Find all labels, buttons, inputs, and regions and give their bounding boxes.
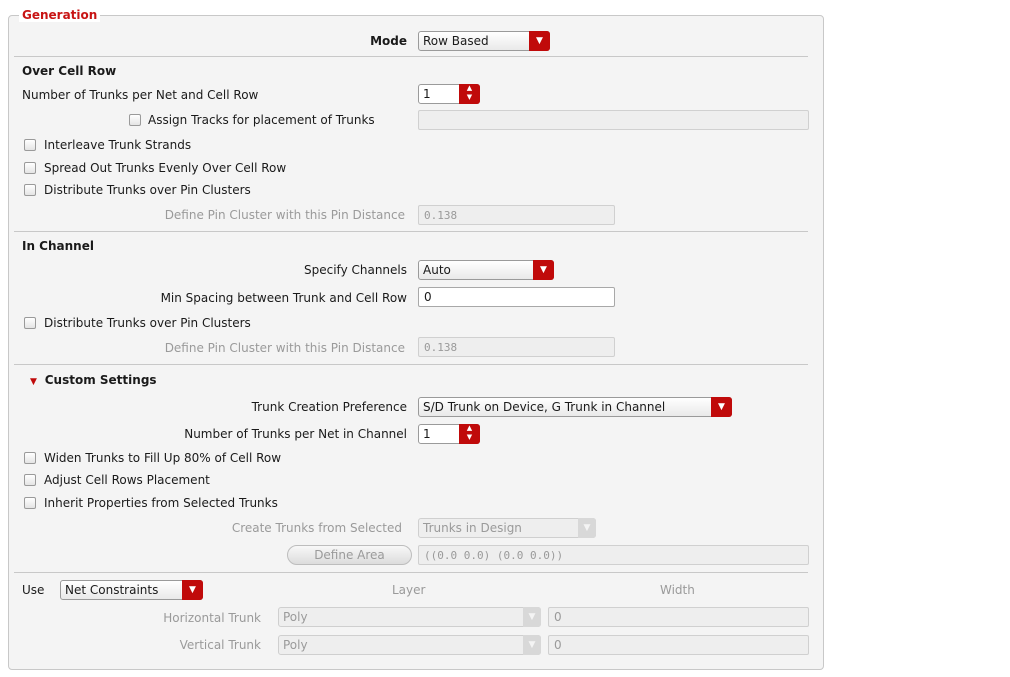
pin-distance-channel-value: 0.138 bbox=[424, 341, 458, 354]
divider bbox=[14, 572, 808, 573]
assign-tracks-label: Assign Tracks for placement of Trunks bbox=[148, 113, 375, 127]
trunks-per-net-value: 1 bbox=[423, 87, 431, 101]
horizontal-width-value: 0 bbox=[554, 610, 562, 624]
define-area-value: ((0.0 0.0) (0.0 0.0)) bbox=[424, 549, 564, 562]
vertical-width-field: 0 bbox=[548, 635, 809, 655]
assign-tracks-field bbox=[418, 110, 809, 130]
width-column-header: Width bbox=[660, 583, 695, 597]
use-constraints-select[interactable]: Net Constraints ▼ bbox=[60, 580, 203, 600]
vertical-trunk-label: Vertical Trunk bbox=[179, 638, 261, 652]
horizontal-layer-select: Poly ▼ bbox=[278, 607, 541, 627]
use-constraints-value: Net Constraints bbox=[65, 583, 159, 597]
spread-out-label: Spread Out Trunks Evenly Over Cell Row bbox=[44, 161, 287, 175]
horizontal-layer-value: Poly bbox=[283, 610, 308, 624]
over-cell-row-heading: Over Cell Row bbox=[22, 64, 117, 78]
inherit-properties-label: Inherit Properties from Selected Trunks bbox=[44, 496, 278, 510]
in-channel-heading: In Channel bbox=[22, 239, 94, 253]
mode-select[interactable]: Row Based ▼ bbox=[418, 31, 550, 51]
adjust-rows-label: Adjust Cell Rows Placement bbox=[44, 473, 210, 487]
create-from-select: Trunks in Design ▼ bbox=[418, 518, 596, 538]
vertical-layer-select: Poly ▼ bbox=[278, 635, 541, 655]
trunks-per-net-stepper[interactable]: 1 ▲ ▼ bbox=[418, 84, 480, 104]
define-area-label: Define Area bbox=[314, 548, 385, 562]
vertical-layer-value: Poly bbox=[283, 638, 308, 652]
divider bbox=[14, 231, 808, 232]
widen-trunks-checkbox[interactable] bbox=[24, 452, 36, 464]
define-area-button[interactable]: Define Area bbox=[287, 545, 412, 565]
layer-column-header: Layer bbox=[392, 583, 426, 597]
expanded-triangle-icon: ▼ bbox=[30, 377, 37, 387]
pin-distance-field: 0.138 bbox=[418, 205, 615, 225]
distribute-clusters-channel-label: Distribute Trunks over Pin Clusters bbox=[44, 316, 251, 330]
distribute-clusters-label: Distribute Trunks over Pin Clusters bbox=[44, 183, 251, 197]
pin-distance-value: 0.138 bbox=[424, 209, 458, 222]
trunk-pref-value: S/D Trunk on Device, G Trunk in Channel bbox=[423, 400, 666, 414]
spread-out-checkbox[interactable] bbox=[24, 162, 36, 174]
mode-label: Mode bbox=[370, 34, 407, 48]
distribute-clusters-channel-checkbox[interactable] bbox=[24, 317, 36, 329]
horizontal-trunk-label: Horizontal Trunk bbox=[163, 611, 261, 625]
interleave-checkbox[interactable] bbox=[24, 139, 36, 151]
trunk-pref-select[interactable]: S/D Trunk on Device, G Trunk in Channel … bbox=[418, 397, 732, 417]
specify-channels-label: Specify Channels bbox=[304, 263, 407, 277]
chevron-down-icon: ▼ bbox=[523, 607, 541, 627]
chevron-down-icon: ▼ bbox=[578, 518, 596, 538]
widen-trunks-label: Widen Trunks to Fill Up 80% of Cell Row bbox=[44, 451, 282, 465]
create-from-label: Create Trunks from Selected bbox=[231, 521, 402, 535]
create-from-value: Trunks in Design bbox=[423, 521, 522, 535]
distribute-clusters-checkbox[interactable] bbox=[24, 184, 36, 196]
define-area-field: ((0.0 0.0) (0.0 0.0)) bbox=[418, 545, 809, 565]
chevron-down-icon: ▼ bbox=[182, 580, 203, 600]
chevron-down-icon: ▼ bbox=[533, 260, 554, 280]
min-spacing-label: Min Spacing between Trunk and Cell Row bbox=[160, 291, 407, 305]
trunks-in-channel-label: Number of Trunks per Net in Channel bbox=[184, 427, 407, 441]
divider bbox=[14, 56, 808, 57]
chevron-down-icon: ▼ bbox=[529, 31, 550, 51]
trunks-per-net-label: Number of Trunks per Net and Cell Row bbox=[22, 88, 259, 102]
divider bbox=[14, 364, 808, 365]
specify-channels-select[interactable]: Auto ▼ bbox=[418, 260, 554, 280]
interleave-label: Interleave Trunk Strands bbox=[44, 138, 192, 152]
custom-settings-heading: Custom Settings bbox=[44, 373, 157, 387]
assign-tracks-checkbox[interactable] bbox=[129, 114, 141, 126]
vertical-width-value: 0 bbox=[554, 638, 562, 652]
adjust-rows-checkbox[interactable] bbox=[24, 474, 36, 486]
pin-distance-channel-label: Define Pin Cluster with this Pin Distanc… bbox=[164, 341, 405, 355]
pin-distance-channel-field: 0.138 bbox=[418, 337, 615, 357]
spin-arrows-icon: ▲ ▼ bbox=[459, 84, 480, 104]
min-spacing-field[interactable]: 0 bbox=[418, 287, 615, 307]
spin-arrows-icon: ▲ ▼ bbox=[459, 424, 480, 444]
horizontal-width-field: 0 bbox=[548, 607, 809, 627]
min-spacing-value: 0 bbox=[424, 290, 432, 304]
chevron-down-icon: ▼ bbox=[523, 635, 541, 655]
specify-channels-value: Auto bbox=[423, 263, 451, 277]
trunks-in-channel-value: 1 bbox=[423, 427, 431, 441]
custom-settings-toggle[interactable]: ▼ Custom Settings bbox=[30, 373, 157, 387]
trunk-pref-label: Trunk Creation Preference bbox=[251, 400, 407, 414]
inherit-properties-checkbox[interactable] bbox=[24, 497, 36, 509]
panel-title: Generation bbox=[19, 8, 101, 22]
pin-distance-label: Define Pin Cluster with this Pin Distanc… bbox=[164, 208, 405, 222]
use-label: Use bbox=[22, 583, 45, 597]
chevron-down-icon: ▼ bbox=[711, 397, 732, 417]
mode-value: Row Based bbox=[423, 34, 489, 48]
trunks-in-channel-stepper[interactable]: 1 ▲ ▼ bbox=[418, 424, 480, 444]
